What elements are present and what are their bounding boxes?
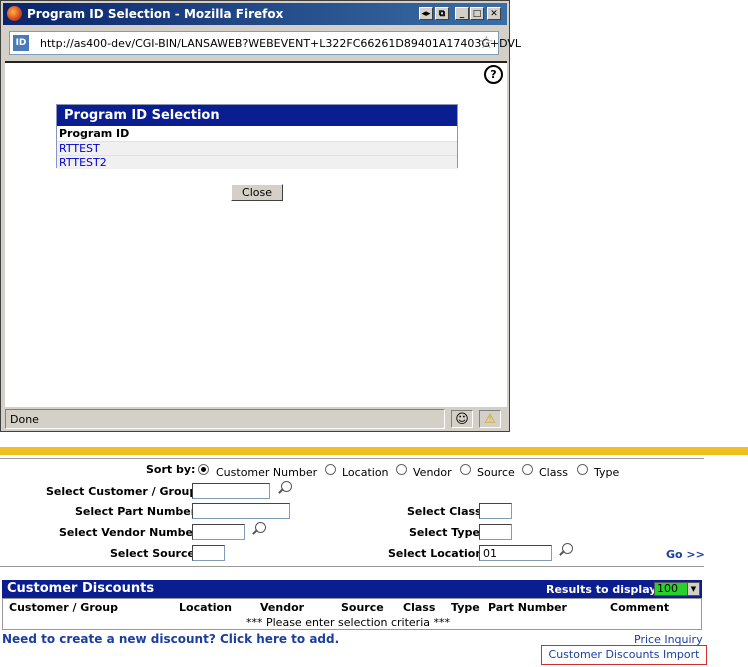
panel-title: Program ID Selection [57,105,457,126]
address-url[interactable]: http://as400-dev/CGI-BIN/LANSAWEB?WEBEVE… [40,37,521,50]
go-button[interactable]: Go >> [666,548,705,561]
results-to-display-label: Results to display: [546,583,661,596]
resize-arrows-icon[interactable]: ◂▸ [419,7,433,20]
restore-icon[interactable]: ⧉ [435,7,449,20]
col-class: Class [403,601,436,614]
statusbar: Done ☺ ⚠ [5,409,507,430]
type-label: Select Type: [409,526,485,539]
type-input[interactable] [479,524,512,540]
popup-title: Program ID Selection - Mozilla Firefox [27,7,284,21]
location-lookup-icon[interactable] [562,543,573,554]
close-button[interactable]: Close [231,184,283,201]
sort-by-label: Sort by: [146,463,196,476]
sort-option-type: Type [594,466,620,479]
sort-option-class: Class [539,466,568,479]
add-discount-link[interactable]: Need to create a new discount? Click her… [2,632,339,646]
vendor-number-input[interactable] [192,524,245,540]
maximize-button[interactable]: □ [470,7,484,20]
header-stripe [0,447,748,455]
col-type: Type [451,601,480,614]
source-input[interactable] [192,545,225,561]
popup-titlebar[interactable]: Program ID Selection - Mozilla Firefox ◂… [3,3,507,25]
sort-option-location: Location [342,466,389,479]
bookmark-star-icon[interactable]: ☆ [479,33,494,53]
col-location: Location [179,601,232,614]
sort-option-vendor: Vendor [413,466,452,479]
vendor-number-label: Select Vendor Number: [59,526,203,539]
customer-group-input[interactable] [192,483,270,499]
close-window-button[interactable]: ✕ [487,7,501,20]
location-label: Select Location: [388,547,488,560]
program-id-popup-window: Program ID Selection - Mozilla Firefox ◂… [0,0,521,432]
program-id-row-rttest2[interactable]: RTTEST2 [57,155,457,169]
sort-option-customer-number: Customer Number [216,466,318,479]
customer-lookup-icon[interactable] [281,481,292,492]
customer-discounts-title: Customer Discounts [7,581,155,596]
smiley-addon-icon[interactable]: ☺ [451,410,473,428]
chevron-down-icon[interactable]: ▼ [687,583,699,595]
part-number-input[interactable] [192,503,290,519]
col-part-number: Part Number [488,601,567,614]
customer-discounts-import-button[interactable]: Customer Discounts Import [541,645,707,665]
sort-radio-vendor[interactable] [396,464,407,475]
col-customer-group: Customer / Group [9,601,119,614]
sort-radio-class[interactable] [522,464,533,475]
col-vendor: Vendor [260,601,305,614]
address-bar[interactable]: ID http://as400-dev/CGI-BIN/LANSAWEB?WEB… [9,31,521,55]
vendor-lookup-icon[interactable] [255,522,266,533]
results-count-value: 100 [657,582,678,595]
customer-discounts-header: Customer Discounts Results to display: 1… [2,580,702,598]
location-input[interactable] [479,545,552,561]
program-id-column-header: Program ID [59,127,130,140]
col-comment: Comment [610,601,670,614]
warning-icon[interactable]: ⚠ [479,410,501,428]
sort-option-source: Source [477,466,515,479]
program-id-panel: Program ID Selection Program ID RTTEST R… [56,104,458,169]
sort-radio-customer-number[interactable] [198,464,209,475]
results-count-select[interactable]: 100 ▼ [654,582,700,596]
sort-radio-location[interactable] [325,464,336,475]
source-label: Select Source: [110,547,200,560]
help-icon[interactable]: ? [484,65,503,84]
divider-top [0,458,704,459]
status-text: Done [5,409,445,429]
sort-radio-type[interactable] [577,464,588,475]
divider-bottom [0,566,704,567]
customer-group-label: Select Customer / Group: [46,485,202,498]
class-label: Select Class: [407,505,486,518]
minimize-button[interactable]: _ [455,7,469,20]
class-input[interactable] [479,503,512,519]
firefox-icon [7,6,22,21]
selection-criteria-message: *** Please enter selection criteria *** [246,616,450,629]
popup-content: ? Program ID Selection Program ID RTTEST… [5,61,507,407]
program-id-row-rttest[interactable]: RTTEST [57,141,457,155]
sort-radio-source[interactable] [460,464,471,475]
col-source: Source [341,601,384,614]
site-id-icon: ID [13,35,29,51]
part-number-label: Select Part Number: [75,505,201,518]
